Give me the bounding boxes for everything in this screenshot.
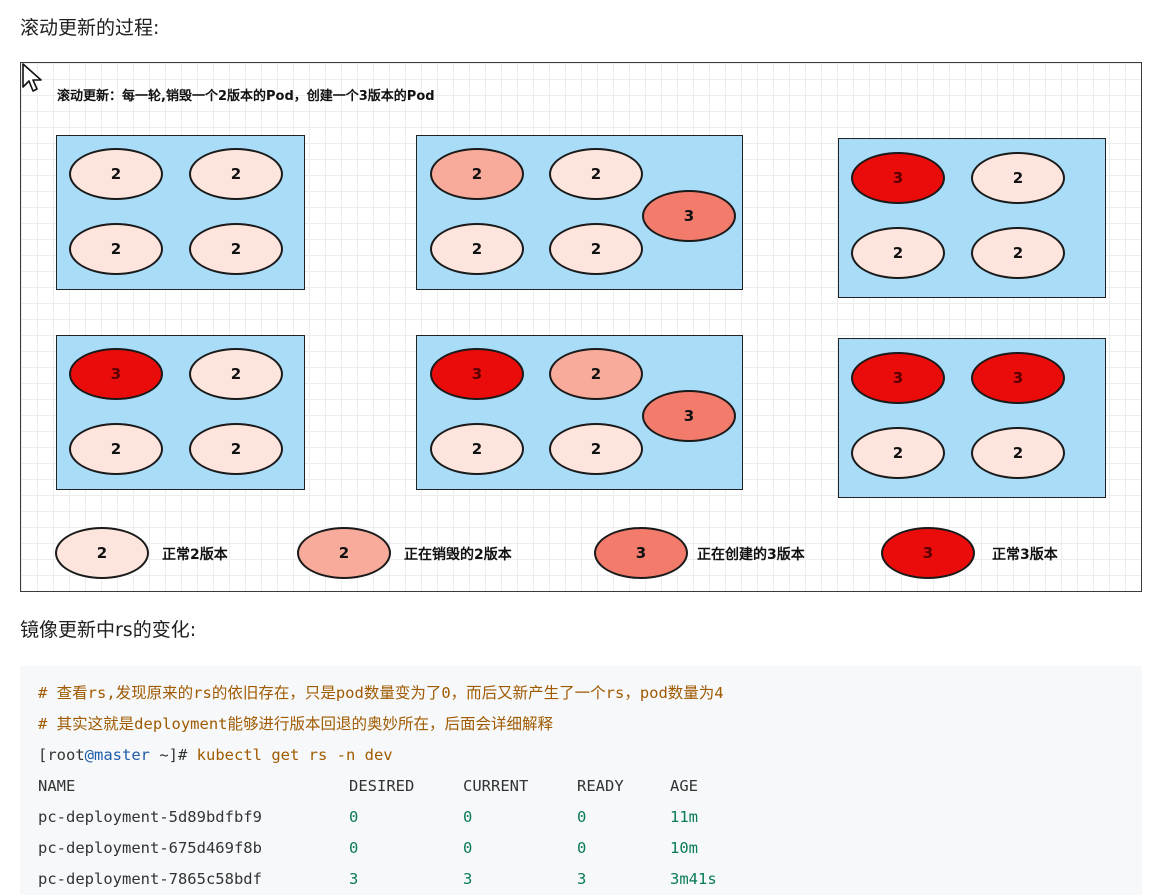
rolling-update-diagram: 滚动更新：每一轮,销毁一个2版本的Pod，创建一个3版本的Pod 2 2 2 2… bbox=[20, 62, 1142, 592]
mouse-cursor-icon bbox=[22, 63, 42, 92]
code-block: # 查看rs,发现原来的rs的依旧存在，只是pod数量变为了0，而后又新产生了一… bbox=[20, 666, 1142, 895]
prompt-open: [root bbox=[38, 746, 85, 764]
cell-name: pc-deployment-675d469f8b bbox=[38, 839, 262, 857]
pod-g4-1: 3 bbox=[69, 348, 163, 400]
cell-desired: 0 bbox=[349, 839, 359, 857]
cell-age: 3m41s bbox=[670, 870, 717, 888]
legend-label-destroy2: 正在销毁的2版本 bbox=[404, 547, 512, 563]
pod-g1-2: 2 bbox=[189, 148, 283, 200]
cell-age: 11m bbox=[670, 808, 698, 826]
pod-g4-4: 2 bbox=[189, 423, 283, 475]
legend-label-create3: 正在创建的3版本 bbox=[697, 547, 805, 563]
pod-g2-5: 3 bbox=[642, 190, 736, 242]
table-header: NAME DESIRED CURRENT READY AGE bbox=[38, 771, 1124, 802]
pod-g5-1: 3 bbox=[430, 348, 524, 400]
pod-g3-3: 2 bbox=[851, 227, 945, 279]
pod-g6-1: 3 bbox=[851, 352, 945, 404]
diagram-title: 滚动更新：每一轮,销毁一个2版本的Pod，创建一个3版本的Pod bbox=[57, 89, 435, 104]
cell-desired: 3 bbox=[349, 870, 359, 888]
legend-pod-normal3: 3 bbox=[881, 527, 975, 579]
legend-pod-normal2: 2 bbox=[55, 527, 149, 579]
cell-current: 3 bbox=[463, 870, 473, 888]
cell-age: 10m bbox=[670, 839, 698, 857]
cell-ready: 0 bbox=[577, 808, 587, 826]
col-current-header: CURRENT bbox=[463, 777, 529, 795]
section-heading-rolling: 滚动更新的过程: bbox=[20, 17, 160, 39]
section-heading-rs-change: 镜像更新中rs的变化: bbox=[20, 619, 197, 641]
prompt-host: @master bbox=[84, 746, 150, 764]
pod-g2-4: 2 bbox=[549, 223, 643, 275]
pod-g3-4: 2 bbox=[971, 227, 1065, 279]
shell-command: kubectl get rs -n dev bbox=[196, 746, 393, 764]
pod-g4-3: 2 bbox=[69, 423, 163, 475]
pod-g2-2: 2 bbox=[549, 148, 643, 200]
table-row: pc-deployment-675d469f8b 0 0 0 10m bbox=[38, 833, 1124, 864]
pod-g5-4: 2 bbox=[549, 423, 643, 475]
col-ready-header: READY bbox=[577, 777, 624, 795]
legend-label-normal2: 正常2版本 bbox=[162, 547, 228, 563]
col-desired-header: DESIRED bbox=[349, 777, 415, 795]
cell-current: 0 bbox=[463, 808, 473, 826]
cell-desired: 0 bbox=[349, 808, 359, 826]
code-comment-1: # 查看rs,发现原来的rs的依旧存在，只是pod数量变为了0，而后又新产生了一… bbox=[38, 684, 724, 702]
legend-pod-destroy2: 2 bbox=[297, 527, 391, 579]
table-row: pc-deployment-5d89bdfbf9 0 0 0 11m bbox=[38, 802, 1124, 833]
legend-pod-create3: 3 bbox=[594, 527, 688, 579]
col-name-header: NAME bbox=[38, 777, 76, 795]
pod-g6-4: 2 bbox=[971, 427, 1065, 479]
cell-name: pc-deployment-5d89bdfbf9 bbox=[38, 808, 262, 826]
cell-ready: 3 bbox=[577, 870, 587, 888]
code-comment-2: # 其实这就是deployment能够进行版本回退的奥妙所在，后面会详细解释 bbox=[38, 715, 553, 733]
pod-g5-2: 2 bbox=[549, 348, 643, 400]
cell-current: 0 bbox=[463, 839, 473, 857]
col-age-header: AGE bbox=[670, 777, 698, 795]
pod-g1-4: 2 bbox=[189, 223, 283, 275]
cell-ready: 0 bbox=[577, 839, 587, 857]
pod-g1-1: 2 bbox=[69, 148, 163, 200]
legend-label-normal3: 正常3版本 bbox=[992, 547, 1058, 563]
pod-g3-2: 2 bbox=[971, 152, 1065, 204]
pod-g5-5: 3 bbox=[642, 390, 736, 442]
prompt-rest: ~]# bbox=[150, 746, 197, 764]
pod-g3-1: 3 bbox=[851, 152, 945, 204]
pod-g1-3: 2 bbox=[69, 223, 163, 275]
pod-g2-3: 2 bbox=[430, 223, 524, 275]
table-row: pc-deployment-7865c58bdf 3 3 3 3m41s bbox=[38, 864, 1124, 895]
shell-command-line: [root@master ~]# kubectl get rs -n dev bbox=[38, 740, 1124, 771]
pod-g6-3: 2 bbox=[851, 427, 945, 479]
pod-g2-1: 2 bbox=[430, 148, 524, 200]
pod-g4-2: 2 bbox=[189, 348, 283, 400]
pod-g5-3: 2 bbox=[430, 423, 524, 475]
cell-name: pc-deployment-7865c58bdf bbox=[38, 870, 262, 888]
pod-g6-2: 3 bbox=[971, 352, 1065, 404]
